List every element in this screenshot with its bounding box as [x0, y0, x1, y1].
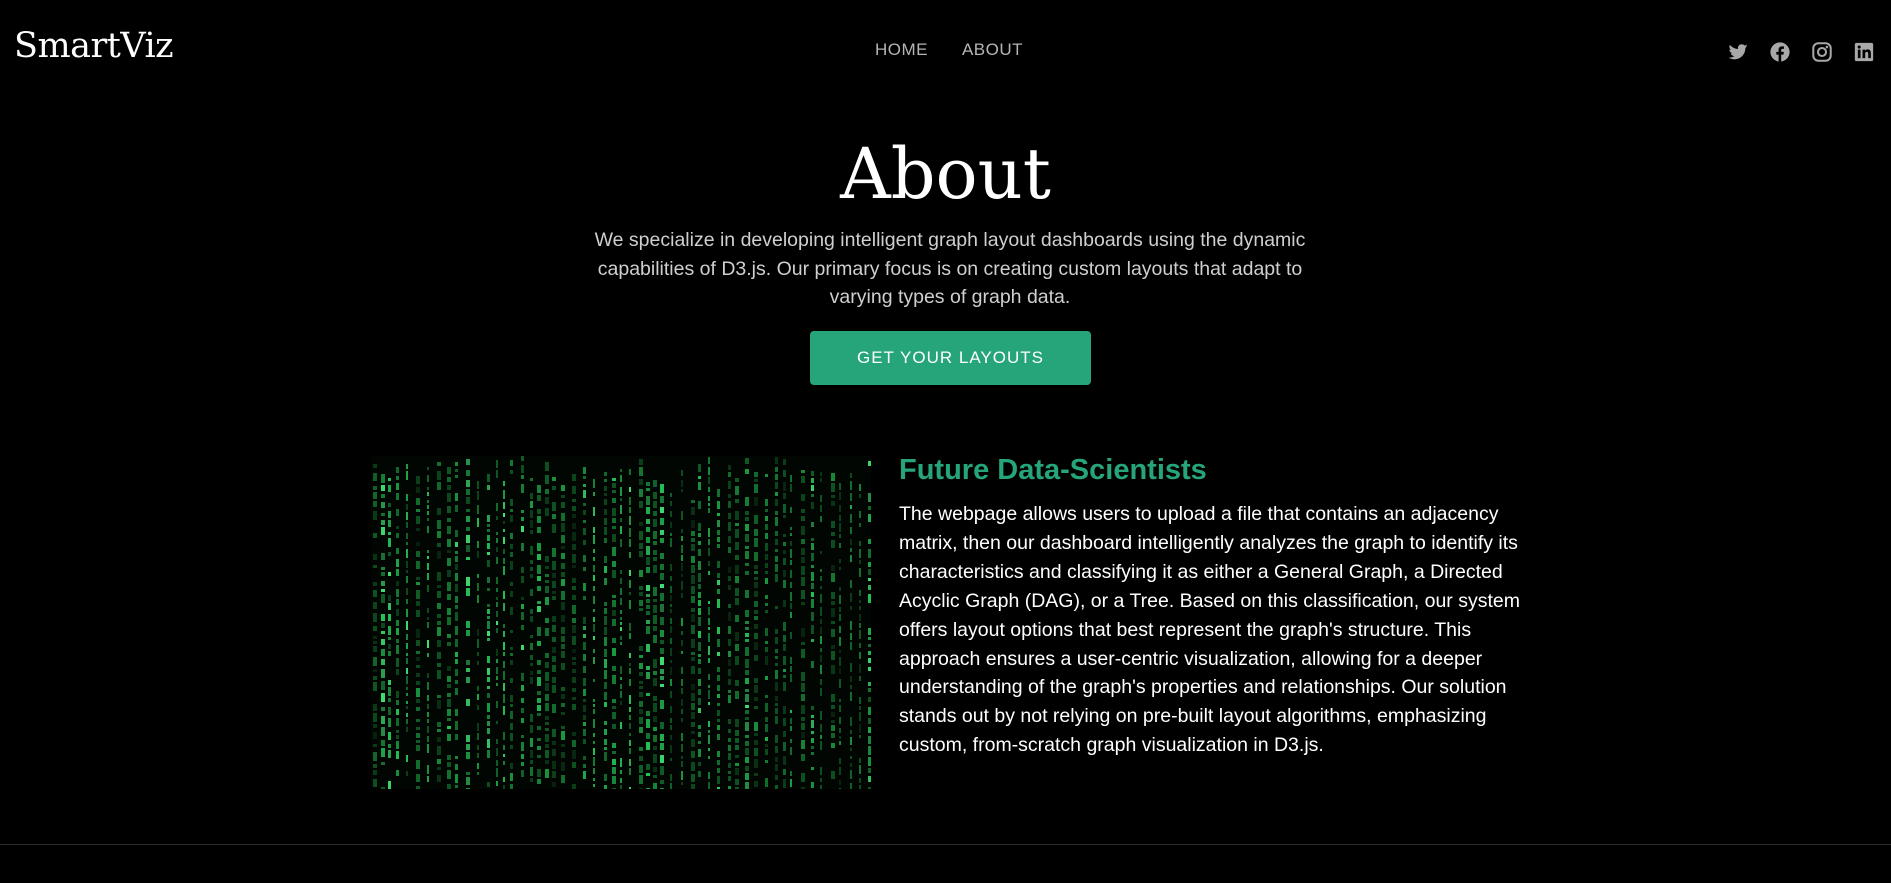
feature-title: Future Data-Scientists	[899, 454, 1207, 486]
main-nav: HOME ABOUT	[0, 40, 1891, 60]
feature-description: The webpage allows users to upload a fil…	[899, 503, 1520, 757]
facebook-icon[interactable]	[1769, 41, 1791, 63]
intro-paragraph: We specialize in developing intelligent …	[594, 229, 1306, 308]
nav-link-home[interactable]: HOME	[875, 40, 928, 60]
nav-link-about[interactable]: ABOUT	[962, 40, 1023, 60]
social-links	[1727, 41, 1875, 63]
get-layouts-button[interactable]: GET YOUR LAYOUTS	[810, 331, 1091, 385]
site-header: SmartViz HOME ABOUT	[0, 0, 1891, 102]
linkedin-icon[interactable]	[1853, 41, 1875, 63]
twitter-icon[interactable]	[1727, 41, 1749, 63]
instagram-icon[interactable]	[1811, 41, 1833, 63]
footer-divider	[0, 844, 1891, 845]
matrix-code-image	[371, 456, 871, 789]
page-title: About	[840, 133, 1051, 215]
